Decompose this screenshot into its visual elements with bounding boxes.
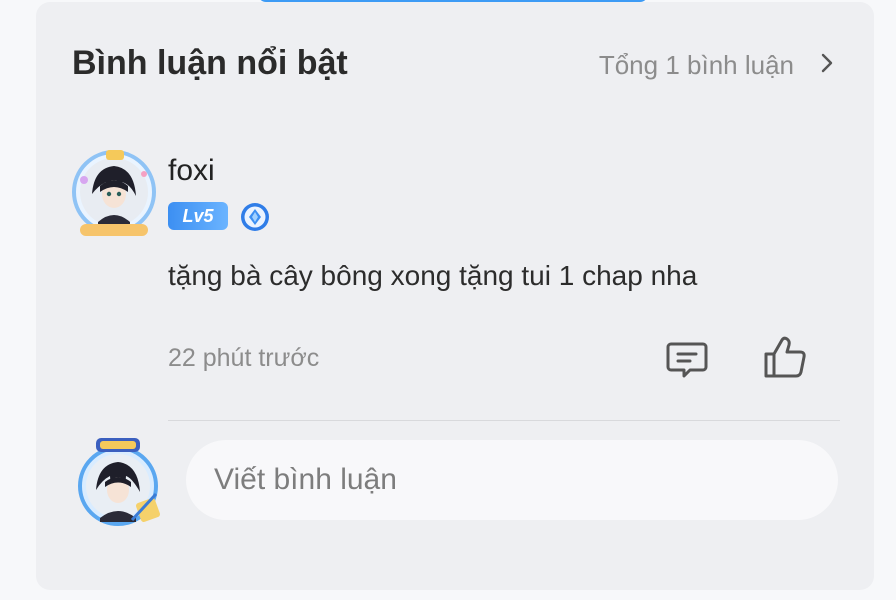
reply-button[interactable] — [664, 336, 710, 382]
level-badge: Lv5 — [168, 202, 228, 230]
thumbs-up-icon — [764, 336, 806, 378]
comment-timestamp: 22 phút trước — [168, 344, 320, 372]
comment-input[interactable] — [186, 440, 838, 520]
commenter-avatar[interactable] — [70, 144, 158, 240]
commenter-username[interactable]: foxi — [168, 154, 215, 188]
like-button[interactable] — [760, 334, 810, 382]
featured-comments-card: Bình luận nổi bật Tổng 1 bình luận foxi … — [36, 2, 874, 590]
anime-avatar-icon — [72, 150, 156, 236]
chevron-right-icon[interactable] — [816, 52, 838, 74]
comment-reply-icon — [666, 342, 708, 378]
section-title: Bình luận nổi bật — [72, 44, 348, 82]
current-user-avatar[interactable] — [70, 434, 166, 530]
comment-text: tặng bà cây bông xong tặng tui 1 chap nh… — [168, 260, 698, 291]
divider — [168, 420, 840, 421]
writer-avatar-icon — [78, 438, 160, 526]
diamond-rank-icon — [240, 202, 270, 232]
total-comments-link[interactable]: Tổng 1 bình luận — [599, 50, 794, 81]
